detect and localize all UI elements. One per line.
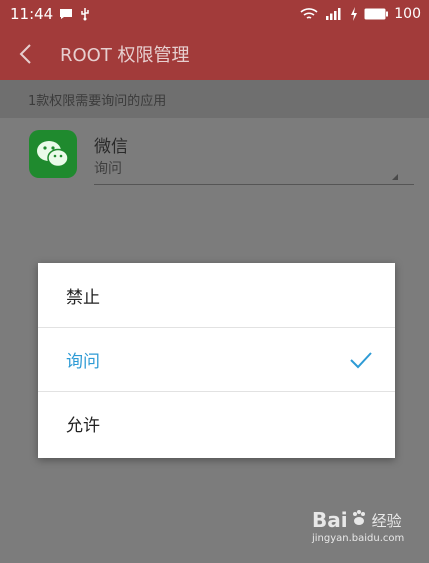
permission-dialog: 禁止 询问 允许 [38, 263, 395, 458]
charging-icon [350, 7, 358, 21]
option-label: 允许 [66, 416, 100, 436]
baidu-logo-text2: 经验 [371, 511, 402, 530]
option-ask[interactable]: 询问 [38, 327, 395, 391]
status-time: 11:44 [10, 5, 54, 23]
spinner-arrow-icon [392, 174, 398, 180]
wifi-icon [300, 7, 318, 21]
option-label: 询问 [66, 352, 100, 372]
wechat-icon [29, 130, 77, 178]
baidu-url: jingyan.baidu.com [312, 533, 405, 544]
app-permission-value[interactable]: 询问 [94, 158, 122, 178]
baidu-watermark: Bai 经验 jingyan.baidu.com [312, 508, 422, 554]
status-bar: 11:44 100 [0, 0, 429, 28]
battery-icon [364, 8, 389, 20]
option-label: 禁止 [66, 287, 100, 308]
option-allow[interactable]: 允许 [38, 391, 395, 455]
message-icon [59, 8, 73, 20]
app-row[interactable]: 微信 询问 [0, 118, 429, 198]
signal-icon [324, 7, 344, 21]
toolbar: ROOT 权限管理 [0, 28, 429, 80]
usb-icon [79, 7, 91, 21]
baidu-logo-text: Bai [312, 508, 348, 532]
battery-level: 100 [394, 6, 421, 22]
page-title: ROOT 权限管理 [60, 45, 190, 66]
checkmark-icon [349, 350, 373, 375]
spinner-underline [94, 184, 414, 185]
paw-icon [350, 508, 368, 532]
section-header: 1款权限需要询问的应用 [0, 80, 429, 118]
option-deny[interactable]: 禁止 [38, 263, 395, 327]
app-name: 微信 [94, 137, 128, 157]
back-icon[interactable] [0, 28, 50, 80]
baidu-logo: Bai 经验 [312, 508, 422, 532]
